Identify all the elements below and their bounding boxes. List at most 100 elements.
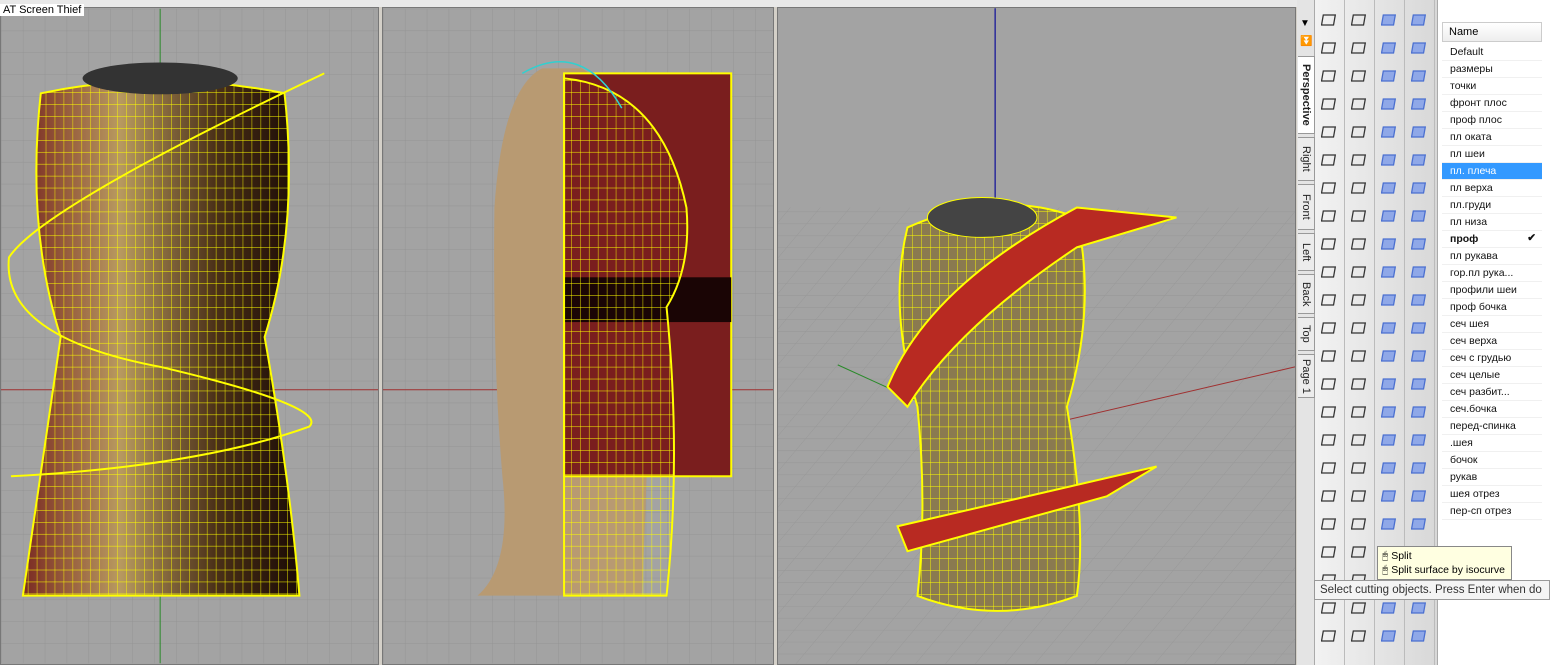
viewport-front[interactable] — [0, 7, 379, 665]
tool-button[interactable] — [1350, 430, 1370, 450]
layer-row[interactable]: шея отрез — [1442, 486, 1542, 503]
tool-button[interactable] — [1380, 38, 1400, 58]
tool-button[interactable] — [1380, 234, 1400, 254]
tool-button[interactable] — [1410, 234, 1430, 254]
layer-row[interactable]: пл.груди — [1442, 197, 1542, 214]
tool-button[interactable] — [1320, 374, 1340, 394]
layer-row[interactable]: сеч шея — [1442, 316, 1542, 333]
tool-button[interactable] — [1350, 374, 1370, 394]
tool-button[interactable] — [1410, 486, 1430, 506]
tool-button[interactable] — [1410, 206, 1430, 226]
tool-button[interactable] — [1350, 262, 1370, 282]
layer-row[interactable]: .шея — [1442, 435, 1542, 452]
tool-button[interactable] — [1380, 178, 1400, 198]
tool-button[interactable] — [1410, 402, 1430, 422]
tool-button[interactable] — [1410, 514, 1430, 534]
tool-button[interactable] — [1320, 206, 1340, 226]
tool-button[interactable] — [1350, 206, 1370, 226]
tool-button[interactable] — [1320, 458, 1340, 478]
tool-button[interactable] — [1380, 10, 1400, 30]
tool-button[interactable] — [1380, 374, 1400, 394]
tool-button[interactable] — [1320, 66, 1340, 86]
layer-row[interactable]: проф бочка — [1442, 299, 1542, 316]
tool-button[interactable] — [1350, 346, 1370, 366]
layer-row[interactable]: гор.пл рука... — [1442, 265, 1542, 282]
layer-row[interactable]: точки — [1442, 78, 1542, 95]
tool-button[interactable] — [1380, 150, 1400, 170]
tab-right[interactable]: Right — [1298, 137, 1315, 181]
layer-row[interactable]: размеры — [1442, 61, 1542, 78]
tab-top[interactable]: Top — [1298, 317, 1315, 351]
tool-button[interactable] — [1320, 178, 1340, 198]
tool-button[interactable] — [1410, 178, 1430, 198]
layer-row[interactable]: Default — [1442, 44, 1542, 61]
tool-button[interactable] — [1380, 486, 1400, 506]
tool-button[interactable] — [1320, 10, 1340, 30]
tool-button[interactable] — [1380, 626, 1400, 646]
tool-button[interactable] — [1320, 430, 1340, 450]
tool-button[interactable] — [1410, 66, 1430, 86]
layer-row[interactable]: пл оката — [1442, 129, 1542, 146]
tool-button[interactable] — [1320, 514, 1340, 534]
tool-button[interactable] — [1380, 402, 1400, 422]
tab-page1[interactable]: Page 1 — [1298, 354, 1315, 398]
tool-button[interactable] — [1350, 66, 1370, 86]
tool-button[interactable] — [1320, 122, 1340, 142]
layer-row[interactable]: бочок — [1442, 452, 1542, 469]
tool-button[interactable] — [1350, 122, 1370, 142]
tool-button[interactable] — [1380, 94, 1400, 114]
tool-button[interactable] — [1320, 318, 1340, 338]
tool-button[interactable] — [1350, 10, 1370, 30]
tool-button[interactable] — [1350, 318, 1370, 338]
tool-button[interactable] — [1320, 94, 1340, 114]
tool-button[interactable] — [1350, 234, 1370, 254]
tool-button[interactable] — [1320, 598, 1340, 618]
tab-back[interactable]: Back — [1298, 274, 1315, 314]
tab-left[interactable]: Left — [1298, 233, 1315, 271]
tool-button[interactable] — [1380, 318, 1400, 338]
tool-button[interactable] — [1380, 262, 1400, 282]
layers-column-header-name[interactable]: Name — [1442, 22, 1542, 42]
tool-button[interactable] — [1320, 626, 1340, 646]
viewport-right[interactable] — [382, 7, 774, 665]
viewport-perspective[interactable] — [777, 7, 1296, 665]
tool-button[interactable] — [1350, 514, 1370, 534]
tool-button[interactable] — [1350, 94, 1370, 114]
tool-button[interactable] — [1380, 430, 1400, 450]
tool-button[interactable] — [1410, 290, 1430, 310]
layer-row[interactable]: фронт плос — [1442, 95, 1542, 112]
layer-row[interactable]: профили шеи — [1442, 282, 1542, 299]
tool-button[interactable] — [1380, 122, 1400, 142]
tool-button[interactable] — [1350, 290, 1370, 310]
tool-button[interactable] — [1350, 542, 1370, 562]
tool-button[interactable] — [1380, 514, 1400, 534]
layer-row[interactable]: пл низа — [1442, 214, 1542, 231]
layer-row[interactable]: сеч.бочка — [1442, 401, 1542, 418]
tool-button[interactable] — [1410, 262, 1430, 282]
tool-button[interactable] — [1350, 178, 1370, 198]
tool-button[interactable] — [1410, 374, 1430, 394]
tool-button[interactable] — [1380, 598, 1400, 618]
layer-row[interactable]: пл рукава — [1442, 248, 1542, 265]
tool-button[interactable] — [1320, 150, 1340, 170]
tool-button[interactable] — [1320, 234, 1340, 254]
tool-button[interactable] — [1320, 486, 1340, 506]
layer-row[interactable]: пл. плеча — [1442, 163, 1542, 180]
scroll-end-arrow-icon[interactable]: ⏬ — [1300, 36, 1312, 47]
layer-row[interactable]: пл шеи — [1442, 146, 1542, 163]
tool-button[interactable] — [1380, 458, 1400, 478]
tool-button[interactable] — [1350, 598, 1370, 618]
tool-button[interactable] — [1410, 150, 1430, 170]
tool-button[interactable] — [1410, 626, 1430, 646]
tool-button[interactable] — [1350, 626, 1370, 646]
layer-row[interactable]: пл верха — [1442, 180, 1542, 197]
layer-row[interactable]: сеч верха — [1442, 333, 1542, 350]
tool-button[interactable] — [1380, 66, 1400, 86]
layer-row[interactable]: рукав — [1442, 469, 1542, 486]
layer-row[interactable]: сеч с грудью — [1442, 350, 1542, 367]
tool-button[interactable] — [1320, 346, 1340, 366]
tool-button[interactable] — [1320, 542, 1340, 562]
tool-button[interactable] — [1320, 262, 1340, 282]
tool-button[interactable] — [1320, 38, 1340, 58]
tool-button[interactable] — [1410, 346, 1430, 366]
